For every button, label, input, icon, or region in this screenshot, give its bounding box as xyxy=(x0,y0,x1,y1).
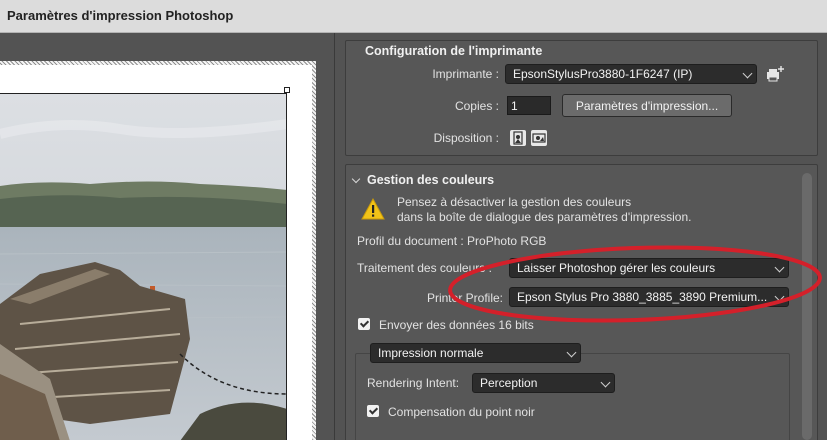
paper-sheet xyxy=(0,61,316,440)
copies-label: Copies : xyxy=(454,99,499,113)
settings-panel: Configuration de l'imprimante Imprimante… xyxy=(345,33,827,440)
add-printer-icon[interactable] xyxy=(765,65,785,83)
red-annotation-circle xyxy=(448,245,822,323)
warning-text-line2: dans la boîte de dialogue des paramètres… xyxy=(397,210,692,224)
paper-printable-area xyxy=(0,65,312,440)
resize-handle[interactable] xyxy=(284,87,290,93)
landscape-orientation-icon[interactable] xyxy=(531,130,547,146)
print-settings-button[interactable]: Paramètres d'impression... xyxy=(562,94,732,117)
chevron-down-icon xyxy=(742,68,753,79)
black-point-compensation-label: Compensation du point noir xyxy=(388,405,535,419)
layout-label: Disposition : xyxy=(433,131,499,145)
window-title: Paramètres d'impression Photoshop xyxy=(7,8,234,23)
print-mode-value: Impression normale xyxy=(378,346,484,360)
print-mode-group xyxy=(355,353,790,440)
rendering-intent-select[interactable]: Perception xyxy=(472,373,615,393)
copies-input[interactable]: 1 xyxy=(507,96,551,115)
rendering-intent-label: Rendering Intent: xyxy=(367,376,460,390)
printer-setup-header: Configuration de l'imprimante xyxy=(365,44,543,58)
print-mode-select[interactable]: Impression normale xyxy=(370,343,581,363)
rendering-intent-value: Perception xyxy=(480,376,538,390)
black-point-compensation-checkbox[interactable] xyxy=(367,405,379,417)
photo-boats-image xyxy=(0,94,286,440)
warning-icon xyxy=(361,198,385,220)
send-16bit-checkbox[interactable] xyxy=(358,318,370,330)
printer-select[interactable]: EpsonStylusPro3880-1F6247 (IP) xyxy=(505,64,757,84)
printer-select-value: EpsonStylusPro3880-1F6247 (IP) xyxy=(513,67,693,81)
warning-text-line1: Pensez à désactiver la gestion des coule… xyxy=(397,195,632,209)
print-preview-area xyxy=(0,33,335,440)
chevron-down-icon xyxy=(600,377,611,388)
window-titlebar: Paramètres d'impression Photoshop xyxy=(0,0,827,33)
preview-photo[interactable] xyxy=(0,93,287,440)
chevron-down-icon xyxy=(566,347,577,358)
printer-label: Imprimante : xyxy=(432,67,499,81)
color-management-header: Gestion des couleurs xyxy=(367,173,495,187)
portrait-orientation-icon[interactable] xyxy=(510,130,526,146)
